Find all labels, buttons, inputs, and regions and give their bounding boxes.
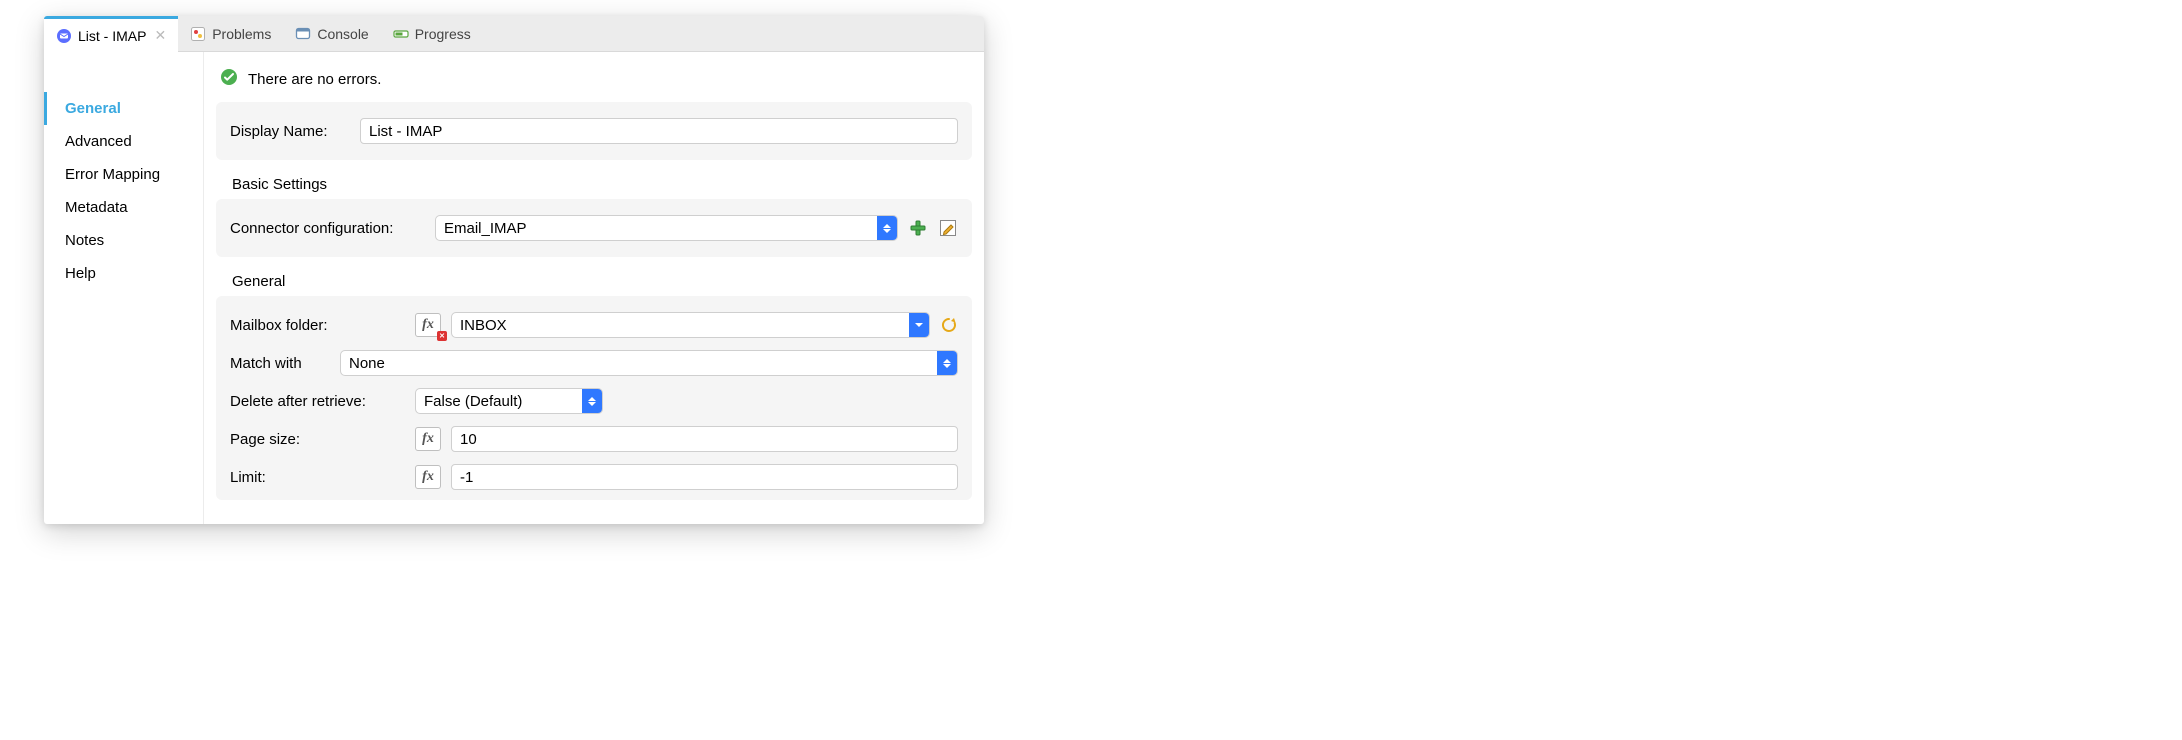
chevron-down-icon — [909, 313, 929, 337]
sidebar-item-general[interactable]: General — [44, 92, 203, 125]
status-message: There are no errors. — [248, 71, 381, 88]
display-name-panel: Display Name: — [216, 102, 972, 160]
problems-icon — [190, 26, 206, 42]
general-section-title: General — [216, 269, 972, 296]
sidebar-item-help[interactable]: Help — [44, 257, 203, 290]
match-with-select[interactable]: None — [340, 350, 958, 376]
basic-settings-panel: Connector configuration: Email_IMAP — [216, 199, 972, 257]
match-with-value: None — [341, 355, 937, 372]
display-name-label: Display Name: — [230, 123, 350, 140]
sidebar-item-error-mapping[interactable]: Error Mapping — [44, 158, 203, 191]
content-area: There are no errors. Display Name: Basic… — [204, 52, 984, 524]
status-bar: There are no errors. — [216, 64, 972, 102]
editor-body: General Advanced Error Mapping Metadata … — [44, 52, 984, 524]
tab-problems[interactable]: Problems — [178, 16, 283, 52]
chevron-updown-icon — [582, 389, 602, 413]
sidebar-item-label: Advanced — [65, 133, 132, 150]
page-size-input[interactable] — [451, 426, 958, 452]
sidebar-item-metadata[interactable]: Metadata — [44, 191, 203, 224]
connector-config-value: Email_IMAP — [436, 220, 877, 237]
sidebar: General Advanced Error Mapping Metadata … — [44, 52, 204, 524]
general-panel: Mailbox folder: fx✕ INBOX Match with Non… — [216, 296, 972, 500]
chevron-updown-icon — [877, 216, 897, 240]
connector-config-select[interactable]: Email_IMAP — [435, 215, 898, 241]
limit-label: Limit: — [230, 469, 405, 486]
sidebar-item-advanced[interactable]: Advanced — [44, 125, 203, 158]
sidebar-item-label: General — [65, 100, 121, 117]
success-icon — [220, 68, 238, 90]
fx-button[interactable]: fx — [415, 427, 441, 451]
delete-after-retrieve-label: Delete after retrieve: — [230, 393, 405, 410]
mailbox-folder-label: Mailbox folder: — [230, 317, 405, 334]
console-icon — [295, 26, 311, 42]
progress-icon — [393, 26, 409, 42]
editor-window: List - IMAP ✕ Problems Console Progress … — [44, 16, 984, 524]
sidebar-item-notes[interactable]: Notes — [44, 224, 203, 257]
mail-icon — [56, 28, 72, 44]
tab-console[interactable]: Console — [283, 16, 380, 52]
refresh-button[interactable] — [940, 316, 958, 334]
tab-label: Problems — [212, 26, 271, 42]
sidebar-item-label: Metadata — [65, 199, 128, 216]
mailbox-folder-value: INBOX — [452, 317, 909, 334]
match-with-label: Match with — [230, 355, 330, 372]
error-badge-icon: ✕ — [437, 331, 447, 341]
tab-label: List - IMAP — [78, 28, 146, 44]
fx-button[interactable]: fx✕ — [415, 313, 441, 337]
tab-progress[interactable]: Progress — [381, 16, 483, 52]
chevron-updown-icon — [937, 351, 957, 375]
delete-after-retrieve-value: False (Default) — [416, 393, 582, 410]
sidebar-item-label: Help — [65, 265, 96, 282]
sidebar-item-label: Notes — [65, 232, 104, 249]
sidebar-item-label: Error Mapping — [65, 166, 160, 183]
tab-label: Progress — [415, 26, 471, 42]
close-icon[interactable]: ✕ — [152, 27, 166, 44]
tab-list-imap[interactable]: List - IMAP ✕ — [44, 16, 178, 52]
tab-label: Console — [317, 26, 368, 42]
display-name-input[interactable] — [360, 118, 958, 144]
mailbox-folder-select[interactable]: INBOX — [451, 312, 930, 338]
basic-settings-title: Basic Settings — [216, 172, 972, 199]
connector-config-label: Connector configuration: — [230, 220, 425, 237]
delete-after-retrieve-select[interactable]: False (Default) — [415, 388, 603, 414]
fx-button[interactable]: fx — [415, 465, 441, 489]
edit-button[interactable] — [938, 218, 958, 238]
page-size-label: Page size: — [230, 431, 405, 448]
limit-input[interactable] — [451, 464, 958, 490]
tab-bar: List - IMAP ✕ Problems Console Progress — [44, 16, 984, 52]
add-button[interactable] — [908, 218, 928, 238]
